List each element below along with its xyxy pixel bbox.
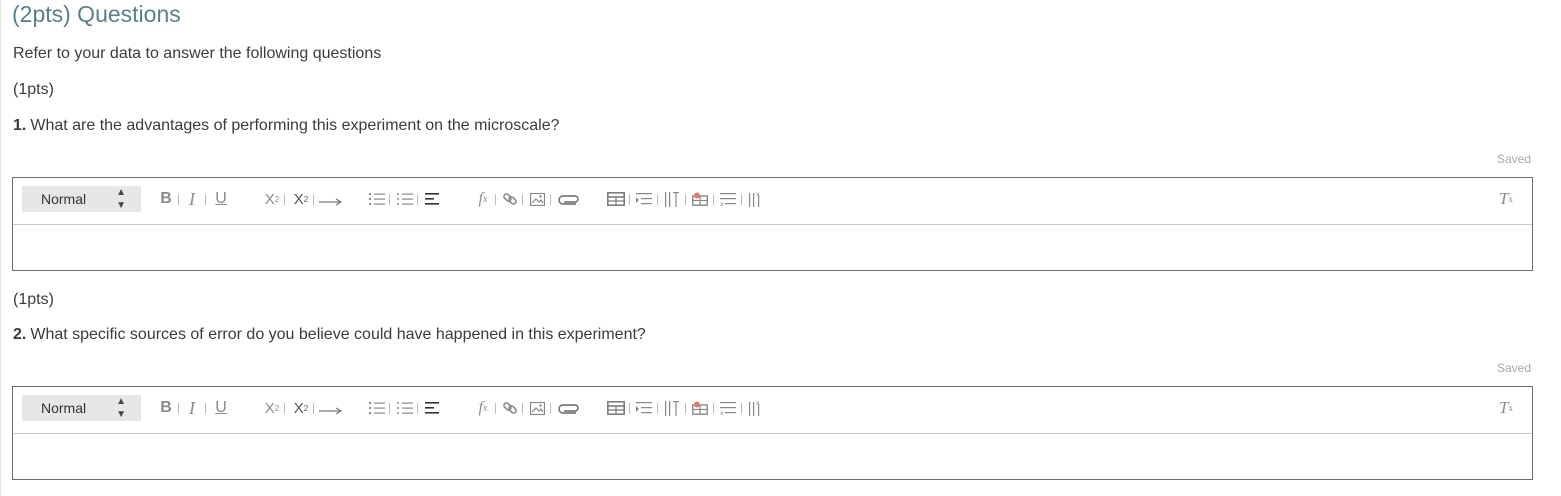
superscript-icon[interactable]: X2 xyxy=(290,188,312,210)
delete-column-icon[interactable]: x xyxy=(747,188,765,210)
clear-format-icon[interactable]: Tx xyxy=(1495,188,1517,210)
question-2-editor: Normal ▲ ▼ B I U X2 X2 f x x x T x xyxy=(12,386,1533,480)
select-arrows-icon: ▲ ▼ xyxy=(116,187,126,211)
subscript-icon[interactable]: X2 xyxy=(261,397,283,419)
editor-toolbar: Normal ▲ ▼ B I U X2 X2 f x x x T x xyxy=(13,387,1532,434)
editor-toolbar: Normal ▲ ▼ B I U X2 X2 f x x x T x xyxy=(13,178,1532,225)
clear-format-icon[interactable]: Tx xyxy=(1495,397,1517,419)
question-1-number: 1. xyxy=(13,117,27,134)
subscript-icon[interactable]: X2 xyxy=(261,188,283,210)
bold-icon[interactable]: B xyxy=(157,188,175,210)
insert-column-icon[interactable] xyxy=(663,397,681,419)
section-intro: Refer to your data to answer the followi… xyxy=(13,45,382,62)
question-1-points: (1pts) xyxy=(13,81,54,98)
format-select[interactable]: Normal ▲ ▼ xyxy=(22,186,141,212)
formula-icon[interactable]: fx xyxy=(473,188,493,210)
format-select-value: Normal xyxy=(41,400,87,416)
ordered-list-icon[interactable] xyxy=(368,188,386,210)
question-2-points: (1pts) xyxy=(13,291,54,308)
question-2: 2. What specific sources of error do you … xyxy=(13,326,646,344)
arrow-icon[interactable] xyxy=(318,188,344,210)
table-icon[interactable] xyxy=(606,397,626,419)
question-1-saved-status: Saved xyxy=(1496,152,1531,166)
question-1: 1. What are the advantages of performing … xyxy=(13,117,560,135)
image-icon[interactable] xyxy=(528,188,546,210)
question-2-number: 2. xyxy=(13,326,27,343)
questions-page: (2pts) Questions Refer to your data to a… xyxy=(0,0,1561,496)
insert-row-above-icon[interactable] xyxy=(635,397,653,419)
ordered-list-icon[interactable] xyxy=(368,397,386,419)
svg-text:x: x xyxy=(756,400,760,407)
question-1-text: What are the advantages of performing th… xyxy=(30,117,560,134)
attachment-icon[interactable] xyxy=(557,397,581,419)
format-select[interactable]: Normal ▲ ▼ xyxy=(22,395,141,421)
formula-icon[interactable]: fx xyxy=(473,397,493,419)
image-icon[interactable] xyxy=(528,397,546,419)
attachment-icon[interactable] xyxy=(557,188,581,210)
editor-content[interactable] xyxy=(13,434,1532,479)
bullet-list-icon[interactable] xyxy=(396,188,414,210)
italic-icon[interactable]: I xyxy=(184,188,200,210)
merge-cells-icon[interactable] xyxy=(691,188,709,210)
insert-column-icon[interactable] xyxy=(663,188,681,210)
delete-row-icon[interactable]: x xyxy=(719,397,737,419)
svg-text:x: x xyxy=(720,410,724,415)
merge-cells-icon[interactable] xyxy=(691,397,709,419)
link-icon[interactable] xyxy=(501,188,519,210)
format-select-value: Normal xyxy=(41,191,87,207)
arrow-icon[interactable] xyxy=(318,397,344,419)
underline-icon[interactable]: U xyxy=(212,397,230,419)
table-icon[interactable] xyxy=(606,188,626,210)
insert-row-above-icon[interactable] xyxy=(635,188,653,210)
select-arrows-icon: ▲ ▼ xyxy=(116,396,126,420)
delete-row-icon[interactable]: x xyxy=(719,188,737,210)
question-1-editor: Normal ▲ ▼ B I U X2 X2 f x x x T x xyxy=(12,177,1533,271)
align-icon[interactable] xyxy=(424,188,442,210)
bold-icon[interactable]: B xyxy=(157,397,175,419)
question-2-saved-status: Saved xyxy=(1496,361,1531,375)
bullet-list-icon[interactable] xyxy=(396,397,414,419)
section-title: (2pts) Questions xyxy=(12,1,181,27)
superscript-icon[interactable]: X2 xyxy=(290,397,312,419)
underline-icon[interactable]: U xyxy=(212,188,230,210)
delete-column-icon[interactable]: x xyxy=(747,397,765,419)
svg-text:x: x xyxy=(756,191,760,198)
editor-content[interactable] xyxy=(13,225,1532,270)
link-icon[interactable] xyxy=(501,397,519,419)
svg-text:x: x xyxy=(720,201,724,206)
question-2-text: What specific sources of error do you be… xyxy=(30,326,646,343)
italic-icon[interactable]: I xyxy=(184,397,200,419)
align-icon[interactable] xyxy=(424,397,442,419)
